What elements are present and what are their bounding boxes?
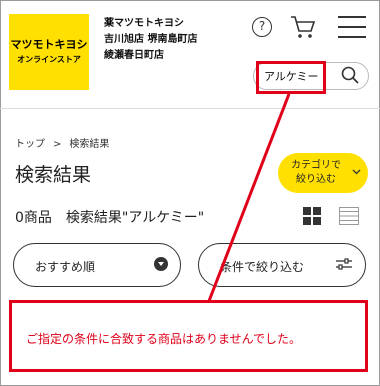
highlight-box-message <box>9 300 368 372</box>
logo-text: マツモトキヨシ <box>10 38 88 51</box>
chevron-down-icon <box>352 169 361 175</box>
result-summary: 0商品 検索結果"アルケミー" <box>15 207 204 227</box>
breadcrumb-current: 検索結果 <box>69 139 110 150</box>
search-icon[interactable] <box>340 65 360 85</box>
highlight-box-search <box>256 61 326 94</box>
category-button-label: 絞り込む <box>296 174 336 185</box>
sort-button-label[interactable]: おすすめ順 <box>35 258 95 275</box>
result-count: 0商品 <box>15 210 52 226</box>
store-line: 綾瀬春日町店 <box>104 50 164 61</box>
menu-icon[interactable] <box>338 16 366 38</box>
filter-button-label[interactable]: 条件で絞り込む <box>220 258 304 275</box>
page-title: 検索結果 <box>15 164 92 186</box>
filter-icon[interactable] <box>336 257 352 271</box>
logo[interactable]: マツモトキヨシ オンラインストア <box>9 14 89 90</box>
header-divider <box>0 108 380 109</box>
breadcrumb: トップ > 検索結果 <box>15 135 109 150</box>
store-line: 薬マツモトキヨシ <box>104 18 184 29</box>
store-info[interactable]: 薬マツモトキヨシ 吉川旭店 堺南島町店 綾瀬春日町店 <box>104 16 197 64</box>
sort-chevron-icon[interactable] <box>154 257 168 271</box>
result-query: 検索結果"アルケミー" <box>65 210 205 226</box>
category-button-label: カテゴリで <box>291 160 341 171</box>
list-view-icon[interactable] <box>339 207 359 225</box>
breadcrumb-separator: > <box>53 139 62 150</box>
logo-subtext: オンラインストア <box>17 55 81 64</box>
breadcrumb-home[interactable]: トップ <box>15 139 45 150</box>
store-line: 吉川旭店 堺南島町店 <box>104 34 198 45</box>
grid-view-icon[interactable] <box>303 207 321 225</box>
help-icon[interactable]: ? <box>252 17 272 37</box>
cart-icon[interactable] <box>290 14 316 40</box>
